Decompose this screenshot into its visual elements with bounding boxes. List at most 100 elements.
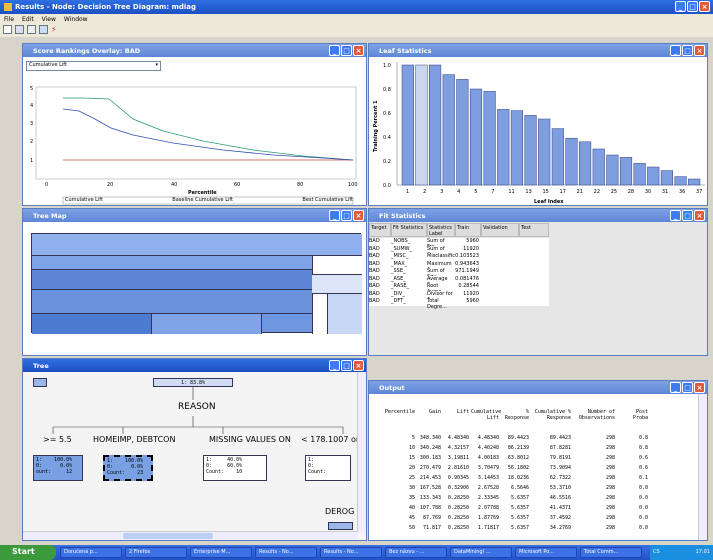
taskbar-item[interactable]: Bez názvu - ... bbox=[385, 547, 447, 558]
table-cell: _MISC_ bbox=[391, 253, 427, 261]
treemap-maximize-button[interactable]: □ bbox=[341, 210, 352, 221]
leaf-bar[interactable] bbox=[497, 109, 510, 186]
leaf-bar[interactable] bbox=[442, 74, 455, 186]
tree-canvas[interactable]: 1: 83.8% REASON >= 5.5 HOMEIMP, DEBTCON … bbox=[23, 372, 359, 532]
leaf-bar[interactable] bbox=[538, 118, 551, 186]
window-title: Results - Node: Decision Tree Diagram: m… bbox=[15, 3, 197, 11]
column-header[interactable]: Validation bbox=[481, 223, 519, 237]
leaf-node[interactable]: 1: 40.0% 0: 60.0% Count: 10 bbox=[203, 455, 267, 481]
leaf-bar[interactable] bbox=[633, 163, 646, 186]
table-cell: Sum of Squ... bbox=[427, 268, 455, 280]
leaf-bar[interactable] bbox=[619, 157, 633, 186]
column-header[interactable]: Test bbox=[519, 223, 549, 237]
output-cell: 87.769 bbox=[422, 515, 441, 521]
treemap-minimize-button[interactable]: _ bbox=[329, 210, 340, 221]
menu-file[interactable]: File bbox=[4, 16, 14, 23]
score-minimize-button[interactable]: _ bbox=[329, 45, 340, 56]
leaf-maximize-button[interactable]: □ bbox=[682, 45, 693, 56]
leaf-minimize-button[interactable]: _ bbox=[670, 45, 681, 56]
taskbar-item[interactable]: DataMiningI ... bbox=[450, 547, 512, 558]
menu-edit[interactable]: Edit bbox=[22, 16, 34, 23]
table-cell bbox=[519, 245, 549, 253]
leaf-bar[interactable] bbox=[674, 176, 687, 186]
wand-icon[interactable]: ⚡ bbox=[51, 25, 60, 34]
column-header[interactable]: Fit Statistics bbox=[391, 223, 427, 237]
output-cell: 298 bbox=[605, 515, 615, 521]
leaf-bar[interactable] bbox=[429, 64, 442, 186]
taskbar-item[interactable]: Results - No... bbox=[320, 547, 382, 558]
leaf-bar[interactable] bbox=[660, 170, 673, 186]
output-cell: 0.28250 bbox=[447, 515, 469, 521]
output-maximize-button[interactable]: □ bbox=[682, 382, 693, 393]
view-icon[interactable] bbox=[39, 25, 48, 34]
fit-close-button[interactable]: × bbox=[694, 210, 705, 221]
score-maximize-button[interactable]: □ bbox=[341, 45, 352, 56]
menu-view[interactable]: View bbox=[42, 16, 56, 23]
leaf-bar[interactable] bbox=[606, 154, 619, 186]
save-icon[interactable] bbox=[15, 25, 24, 34]
scroll-thumb[interactable] bbox=[123, 533, 213, 539]
start-button[interactable]: Start bbox=[0, 545, 56, 560]
taskbar-item[interactable]: Results - No... bbox=[255, 547, 317, 558]
leaf-bar[interactable] bbox=[415, 64, 428, 186]
treemap-close-button[interactable]: × bbox=[353, 210, 364, 221]
leaf-bar[interactable] bbox=[524, 115, 537, 186]
fit-minimize-button[interactable]: _ bbox=[670, 210, 681, 221]
column-header[interactable]: Train bbox=[455, 223, 481, 237]
taskbar-item[interactable]: 2 Firefox bbox=[125, 547, 187, 558]
leaf-bar[interactable] bbox=[456, 79, 469, 186]
child-node-stub[interactable] bbox=[328, 522, 353, 530]
leaf-bar[interactable] bbox=[565, 137, 578, 186]
branch-label: HOMEIMP, DEBTCON bbox=[93, 435, 176, 444]
leaf-bar[interactable] bbox=[483, 91, 496, 186]
tree-map[interactable] bbox=[31, 233, 362, 334]
output-cell: 107.788 bbox=[419, 505, 441, 511]
output-cell: 298 bbox=[605, 455, 615, 461]
branch-label: MISSING VALUES ON bbox=[209, 435, 291, 444]
score-close-button[interactable]: × bbox=[353, 45, 364, 56]
output-cell: 0.28250 bbox=[447, 525, 469, 531]
tree-maximize-button[interactable]: □ bbox=[341, 360, 352, 371]
leaf-bar[interactable] bbox=[592, 148, 605, 186]
x-tick: 25 bbox=[611, 189, 617, 195]
vertical-scrollbar[interactable] bbox=[357, 372, 366, 532]
tray-lang[interactable]: CS bbox=[653, 549, 660, 556]
output-scrollbar[interactable] bbox=[698, 394, 707, 540]
taskbar-item[interactable]: Doručená p... bbox=[60, 547, 122, 558]
minimize-button[interactable]: _ bbox=[675, 1, 686, 12]
leaf-bar[interactable] bbox=[401, 64, 414, 186]
leaf-node-selected[interactable]: 1: 100.0% 0: 0.0% Count: 23 bbox=[103, 455, 153, 481]
taskbar-item[interactable]: Enterprise M... bbox=[190, 547, 252, 558]
output-cell: 34.2769 bbox=[549, 525, 571, 531]
tree-minimize-button[interactable]: _ bbox=[329, 360, 340, 371]
fit-maximize-button[interactable]: □ bbox=[682, 210, 693, 221]
leaf-bar[interactable] bbox=[579, 141, 592, 186]
leaf-node[interactable]: 1: 100.0% 0: 0.0% ount: 12 bbox=[33, 455, 83, 481]
output-cell: 0.6 bbox=[638, 455, 648, 461]
table-cell: Total Degre... bbox=[427, 298, 455, 310]
leaf-bar[interactable] bbox=[510, 110, 523, 186]
leaf-node[interactable]: 1: 0: Count: bbox=[305, 455, 351, 481]
leaf-bar[interactable] bbox=[688, 178, 701, 186]
leaf-bar[interactable] bbox=[647, 166, 660, 186]
horizontal-scrollbar[interactable] bbox=[23, 531, 358, 540]
close-button[interactable]: × bbox=[699, 1, 710, 12]
output-minimize-button[interactable]: _ bbox=[670, 382, 681, 393]
table-cell: Misclassific... bbox=[427, 253, 460, 261]
leaf-close-button[interactable]: × bbox=[694, 45, 705, 56]
taskbar-item[interactable]: Microsoft Po... bbox=[515, 547, 577, 558]
open-icon[interactable] bbox=[3, 25, 12, 34]
menu-window[interactable]: Window bbox=[64, 16, 88, 23]
taskbar-item[interactable]: Total Comm... bbox=[580, 547, 642, 558]
column-header[interactable]: Target bbox=[369, 223, 391, 237]
table-cell: 0.28544 bbox=[455, 283, 481, 291]
print-icon[interactable] bbox=[27, 25, 36, 34]
x-tick: 100 bbox=[348, 182, 358, 188]
y-tick: 1.0 bbox=[383, 63, 391, 69]
maximize-button[interactable]: □ bbox=[687, 1, 698, 12]
leaf-bar[interactable] bbox=[551, 128, 564, 186]
tree-close-button[interactable]: × bbox=[353, 360, 364, 371]
leaf-bar[interactable] bbox=[469, 88, 483, 186]
output-close-button[interactable]: × bbox=[694, 382, 705, 393]
column-header[interactable]: Statistics Label bbox=[427, 223, 455, 237]
